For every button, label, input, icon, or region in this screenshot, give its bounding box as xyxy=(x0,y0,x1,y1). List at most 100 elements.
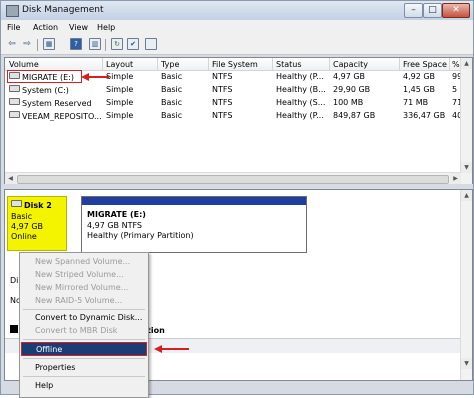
column-header-file-system[interactable]: File System xyxy=(212,60,258,69)
menu-help[interactable]: Help xyxy=(97,23,115,32)
volume-list-icon[interactable]: ▥ xyxy=(89,38,101,50)
help-icon[interactable]: ? xyxy=(70,38,82,50)
partition-color-bar xyxy=(82,197,306,205)
table-row[interactable]: VEEAM_REPOSITO... Simple Basic NTFS Heal… xyxy=(5,110,472,122)
legend-swatch xyxy=(10,325,18,333)
vertical-scrollbar[interactable]: ▲ ▼ xyxy=(460,58,472,184)
menu-item-offline[interactable]: Offline xyxy=(21,342,147,356)
menu-item-label: New Mirrored Volume... xyxy=(35,283,129,292)
title-bar: Disk Management – □ ✕ xyxy=(1,1,473,21)
pane-splitter[interactable] xyxy=(1,184,473,188)
file-system-cell: NTFS xyxy=(212,72,233,81)
column-divider xyxy=(399,58,400,70)
migrate-volume-highlight-box xyxy=(7,70,82,83)
menu-item-label: Help xyxy=(35,381,54,390)
column-header-volume[interactable]: Volume xyxy=(9,60,39,69)
forward-arrow-icon[interactable]: ⇨ xyxy=(21,38,33,50)
column-header-type[interactable]: Type xyxy=(161,60,179,69)
disk-type: Basic xyxy=(11,212,33,221)
disk-2-label[interactable]: Disk 2 Basic 4,97 GB Online xyxy=(7,196,67,251)
disk-list-icon[interactable] xyxy=(145,38,157,50)
partition-status: Healthy (Primary Partition) xyxy=(87,231,194,240)
menu-separator xyxy=(23,309,145,310)
partition-migrate[interactable]: MIGRATE (E:) 4,97 GB NTFS Healthy (Prima… xyxy=(81,196,307,253)
annotation-arrow xyxy=(161,348,189,350)
menu-item-new-spanned-volume[interactable]: New Spanned Volume... xyxy=(21,255,147,268)
menu-bar: File Action View Help xyxy=(1,20,473,35)
menu-item-label: New Striped Volume... xyxy=(35,270,124,279)
capacity-cell: 849,87 GB xyxy=(333,111,376,120)
vertical-scrollbar[interactable]: ▲ ▼ xyxy=(460,190,472,380)
disk-name-text: Disk 2 xyxy=(24,201,52,210)
drive-icon xyxy=(9,111,20,118)
scroll-right-icon[interactable]: ▶ xyxy=(450,173,461,184)
table-row[interactable]: System (C:) Simple Basic NTFS Healthy (B… xyxy=(5,84,472,96)
free-space-cell: 1,45 GB xyxy=(403,85,436,94)
column-divider xyxy=(449,58,450,70)
legend-label-fragment: tion xyxy=(147,326,165,335)
close-button[interactable]: ✕ xyxy=(442,3,470,18)
partition-name: MIGRATE (E:) xyxy=(87,210,146,219)
type-cell: Basic xyxy=(161,111,183,120)
window-title: Disk Management xyxy=(22,5,104,15)
column-header-free-space[interactable]: Free Space xyxy=(403,60,447,69)
status-cell: Healthy (P... xyxy=(276,111,324,120)
partition-size: 4,97 GB NTFS xyxy=(87,221,142,230)
minimize-button[interactable]: – xyxy=(404,3,423,18)
file-system-cell: NTFS xyxy=(212,111,233,120)
menu-item-convert-to-mbr-disk[interactable]: Convert to MBR Disk xyxy=(21,324,147,337)
toolbar-separator xyxy=(37,39,38,51)
column-divider xyxy=(102,58,103,70)
settings-icon[interactable]: ✔ xyxy=(127,38,139,50)
status-cell: Healthy (P... xyxy=(276,72,324,81)
menu-item-new-mirrored-volume[interactable]: New Mirrored Volume... xyxy=(21,281,147,294)
annotation-arrow xyxy=(87,76,109,78)
scroll-up-icon[interactable]: ▲ xyxy=(461,58,472,69)
disk-management-app-icon xyxy=(6,5,19,17)
layout-cell: Simple xyxy=(106,72,134,81)
status-cell: Healthy (S... xyxy=(276,98,326,107)
capacity-cell: 29,90 GB xyxy=(333,85,371,94)
scroll-down-icon[interactable]: ▼ xyxy=(461,162,472,173)
drive-icon xyxy=(9,85,20,92)
properties-icon[interactable]: ▦ xyxy=(43,38,55,50)
column-header-capacity[interactable]: Capacity xyxy=(333,60,368,69)
table-row[interactable]: System Reserved Simple Basic NTFS Health… xyxy=(5,97,472,109)
menu-action[interactable]: Action xyxy=(33,23,58,32)
horizontal-scrollbar[interactable]: ◀ ▶ xyxy=(5,172,461,184)
refresh-icon[interactable]: ↻ xyxy=(111,38,123,50)
volume-name: VEEAM_REPOSITO... xyxy=(22,112,101,121)
status-cell: Healthy (B... xyxy=(276,85,326,94)
menu-item-label: Convert to Dynamic Disk... xyxy=(35,313,143,322)
volume-list: Volume Layout Type File System Status Ca… xyxy=(4,57,473,185)
menu-item-help[interactable]: Help xyxy=(21,379,147,392)
type-cell: Basic xyxy=(161,85,183,94)
capacity-cell: 100 MB xyxy=(333,98,364,107)
scroll-thumb[interactable] xyxy=(17,175,449,184)
menu-file[interactable]: File xyxy=(7,23,20,32)
volume-name: System Reserved xyxy=(22,99,92,108)
volume-name-cell: System Reserved xyxy=(9,98,101,108)
disk-size: 4,97 GB xyxy=(11,222,44,231)
menu-item-convert-to-dynamic-disk[interactable]: Convert to Dynamic Disk... xyxy=(21,311,147,324)
column-header-layout[interactable]: Layout xyxy=(106,60,133,69)
column-header-status[interactable]: Status xyxy=(276,60,302,69)
menu-view[interactable]: View xyxy=(69,23,88,32)
disk-state: Online xyxy=(11,232,37,241)
menu-item-properties[interactable]: Properties xyxy=(21,361,147,374)
toolbar-separator xyxy=(105,39,106,51)
menu-separator xyxy=(23,339,145,340)
disk-management-window: Disk Management – □ ✕ File Action View H… xyxy=(0,0,474,398)
scroll-down-icon[interactable]: ▼ xyxy=(461,358,472,369)
back-arrow-icon[interactable]: ⇦ xyxy=(6,38,18,50)
maximize-button[interactable]: □ xyxy=(423,3,442,18)
drive-icon xyxy=(9,98,20,105)
scroll-left-icon[interactable]: ◀ xyxy=(5,173,16,184)
layout-cell: Simple xyxy=(106,111,134,120)
scroll-up-icon[interactable]: ▲ xyxy=(461,190,472,201)
menu-item-new-striped-volume[interactable]: New Striped Volume... xyxy=(21,268,147,281)
free-space-cell: 71 MB xyxy=(403,98,429,107)
layout-cell: Simple xyxy=(106,98,134,107)
file-system-cell: NTFS xyxy=(212,85,233,94)
menu-item-new-raid5-volume[interactable]: New RAID-5 Volume... xyxy=(21,294,147,307)
